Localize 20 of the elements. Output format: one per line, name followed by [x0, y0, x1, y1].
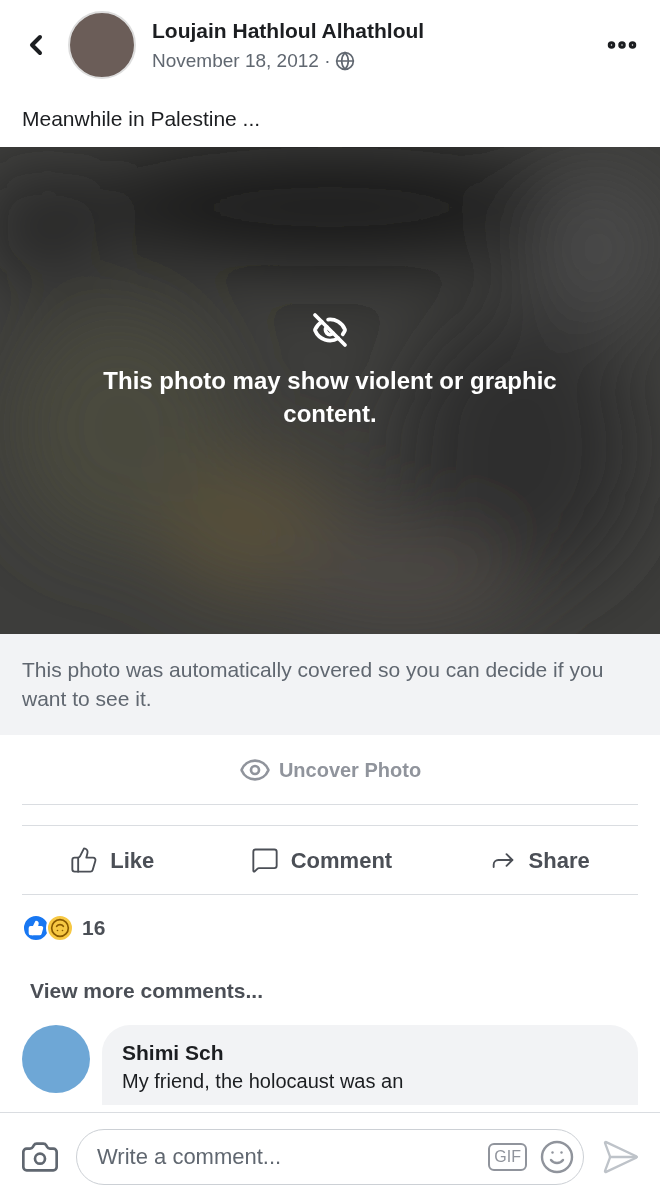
comment-author[interactable]: Shimi Sch — [122, 1037, 618, 1069]
post-action-button[interactable]: Comment — [250, 843, 393, 877]
like-reaction-icon — [22, 914, 50, 942]
sad-reaction-icon — [46, 914, 74, 942]
comment-placeholder: Write a comment... — [97, 1143, 283, 1171]
thumbs-up-icon — [70, 846, 99, 874]
globe-icon — [334, 50, 355, 71]
smiley-icon[interactable] — [539, 1138, 575, 1175]
post-action-button[interactable]: Share — [488, 843, 590, 877]
post-text: Meanwhile in Palestine ... — [22, 105, 261, 132]
view-more-comments-link[interactable]: View more comments... — [30, 975, 264, 1007]
post-action-button[interactable]: Like — [70, 843, 155, 877]
comment-text: My friend, the holocaust was an — [122, 1068, 405, 1094]
reaction-count[interactable]: 16 — [82, 912, 106, 944]
eye-slash-icon — [312, 311, 348, 348]
speech-bubble-icon — [250, 846, 279, 874]
post-date[interactable]: November 18, 2012 · — [152, 46, 331, 75]
cover-notice: This photo was automatically covered so you can decide if you want to see it. — [22, 656, 605, 712]
author-name[interactable]: Loujain Hathloul Alhathloul — [152, 15, 588, 47]
graphic-warning: This photo may show violent or graphic content. — [102, 365, 558, 429]
